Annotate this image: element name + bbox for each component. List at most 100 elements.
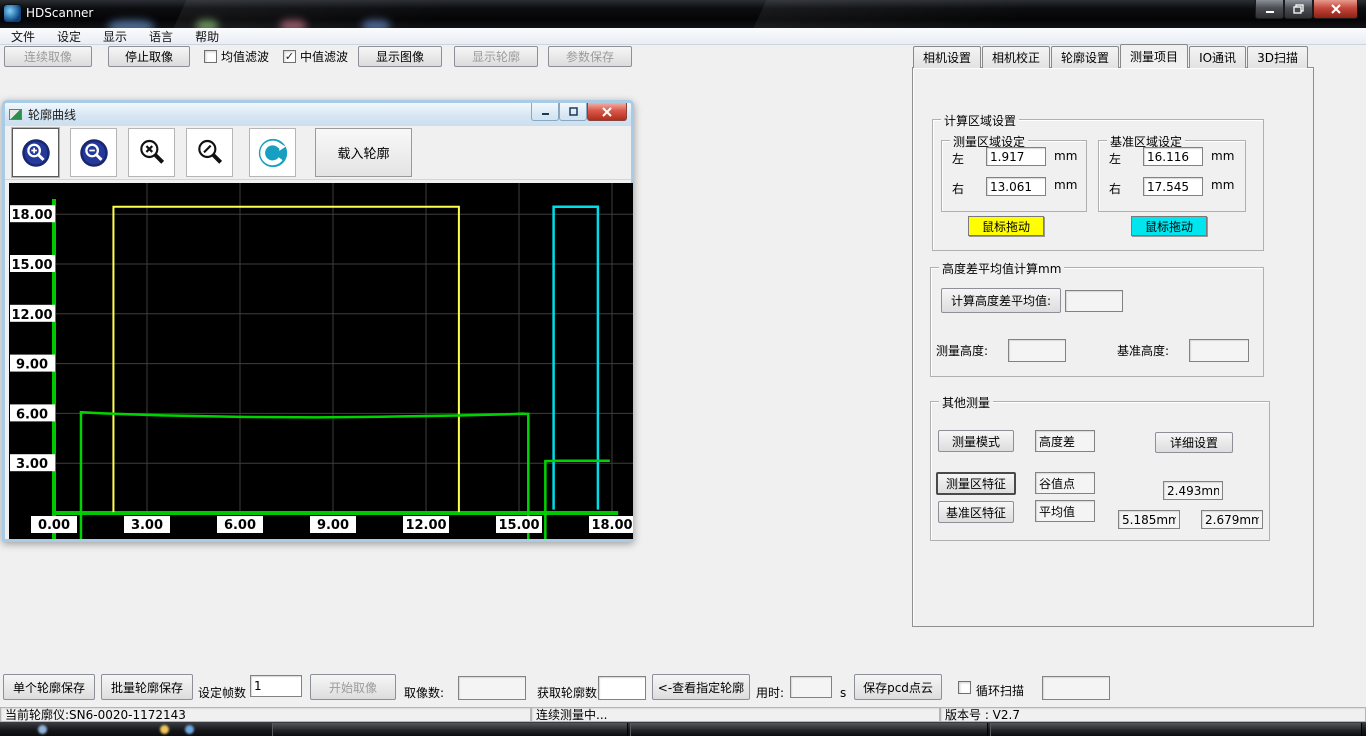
result-right-field[interactable] <box>1201 510 1263 529</box>
median-filter-checkbox[interactable]: ✓ <box>283 50 296 63</box>
chart-minimize-button[interactable] <box>531 103 559 121</box>
show-image-button[interactable]: 显示图像 <box>358 46 442 67</box>
chart-maximize-button[interactable] <box>559 103 587 121</box>
height-diff-result-field[interactable] <box>1065 290 1123 312</box>
frame-count-label: 设定帧数 <box>198 684 246 701</box>
save-params-button[interactable]: 参数保存 <box>548 46 632 67</box>
frame-count-input[interactable] <box>250 675 302 697</box>
profile-count-label: 获取轮廓数 <box>537 684 597 701</box>
zoom-reset-icon <box>194 137 226 169</box>
reference-left-input[interactable] <box>1143 147 1203 166</box>
capture-count-label: 取像数: <box>404 684 444 701</box>
result-top-field[interactable] <box>1163 481 1223 500</box>
reference-feature-field[interactable] <box>1035 500 1095 522</box>
glass-streak <box>753 0 1026 28</box>
zoom-in-button[interactable] <box>12 128 59 177</box>
taskbar[interactable] <box>0 722 1366 736</box>
desktop-blob <box>280 20 306 28</box>
status-device: 当前轮廓仪:SN6-0020-1172143 <box>0 707 531 722</box>
taskbar-item[interactable] <box>630 723 988 736</box>
zoom-cancel-button[interactable] <box>128 128 175 177</box>
desktop-blob <box>362 20 390 28</box>
tab-camera-settings[interactable]: 相机设置 <box>913 46 981 68</box>
svg-text:15.00: 15.00 <box>498 518 539 533</box>
mean-filter-checkbox[interactable] <box>204 50 217 63</box>
close-button[interactable] <box>1313 0 1358 19</box>
zoom-cancel-icon <box>136 137 168 169</box>
reference-height-label: 基准高度: <box>1117 342 1169 359</box>
result-left-field[interactable] <box>1118 510 1180 529</box>
save-batch-profile-button[interactable]: 批量轮廓保存 <box>101 674 193 700</box>
loop-scan-label: 循环扫描 <box>976 682 1024 699</box>
svg-text:15.00: 15.00 <box>11 258 52 273</box>
measure-drag-button[interactable]: 鼠标拖动 <box>968 216 1044 236</box>
reference-right-input[interactable] <box>1143 177 1203 196</box>
calc-height-diff-button[interactable]: 计算高度差平均值: <box>941 288 1061 313</box>
measure-left-input[interactable] <box>986 147 1046 166</box>
refresh-button[interactable] <box>249 128 296 177</box>
stop-capture-button[interactable]: 停止取像 <box>108 46 190 67</box>
detail-settings-button[interactable]: 详细设置 <box>1155 432 1233 453</box>
restore-button[interactable] <box>1284 0 1313 19</box>
menu-help[interactable]: 帮助 <box>184 28 230 45</box>
tab-profile-settings[interactable]: 轮廓设置 <box>1051 46 1119 68</box>
time-field[interactable] <box>790 676 832 698</box>
menu-language[interactable]: 语言 <box>138 28 184 45</box>
measure-mode-button[interactable]: 测量模式 <box>938 430 1014 452</box>
loop-scan-field[interactable] <box>1042 676 1110 700</box>
menubar: 文件 设定 显示 语言 帮助 <box>0 28 1366 45</box>
taskbar-item[interactable] <box>272 723 628 736</box>
menu-display[interactable]: 显示 <box>92 28 138 45</box>
menu-settings[interactable]: 设定 <box>46 28 92 45</box>
profile-plot[interactable]: 18.0015.0012.009.006.003.000.003.006.009… <box>9 183 633 539</box>
view-profile-button[interactable]: <-查看指定轮廓 <box>652 674 750 700</box>
reference-drag-button[interactable]: 鼠标拖动 <box>1131 216 1207 236</box>
zoom-out-button[interactable] <box>70 128 117 177</box>
svg-text:12.00: 12.00 <box>405 518 446 533</box>
reference-right-label: 右 <box>1109 180 1121 197</box>
start-capture-button[interactable]: 开始取像 <box>310 674 396 700</box>
profile-count-input[interactable] <box>598 676 646 700</box>
save-single-profile-button[interactable]: 单个轮廓保存 <box>3 674 95 700</box>
measure-region-group: 测量区域设定 左 mm 右 mm <box>941 140 1087 212</box>
svg-text:18.00: 18.00 <box>11 208 52 223</box>
quicklaunch-icon[interactable] <box>160 725 169 734</box>
reference-left-unit: mm <box>1211 149 1234 163</box>
menu-file[interactable]: 文件 <box>0 28 46 45</box>
measure-right-input[interactable] <box>986 177 1046 196</box>
quicklaunch-icon[interactable] <box>185 725 194 734</box>
tab-measurement-items[interactable]: 测量项目 <box>1120 44 1188 68</box>
save-pcd-button[interactable]: 保存pcd点云 <box>854 674 942 700</box>
measure-mode-field[interactable] <box>1035 430 1095 452</box>
measure-height-field[interactable] <box>1008 339 1066 362</box>
measure-height-label: 测量高度: <box>936 342 988 359</box>
chart-close-button[interactable] <box>587 103 627 121</box>
reference-feature-button[interactable]: 基准区特征 <box>938 501 1014 523</box>
tab-camera-calibration[interactable]: 相机校正 <box>982 46 1050 68</box>
measure-feature-field[interactable] <box>1035 472 1095 494</box>
svg-text:6.00: 6.00 <box>16 407 48 422</box>
measure-left-unit: mm <box>1054 149 1077 163</box>
tab-3d-scan[interactable]: 3D扫描 <box>1247 46 1308 68</box>
start-orb[interactable] <box>38 725 47 734</box>
measure-feature-button[interactable]: 测量区特征 <box>936 472 1016 495</box>
status-version: 版本号 : V2.7 <box>940 707 1366 722</box>
loop-scan-checkbox[interactable] <box>958 681 971 694</box>
capture-count-field[interactable] <box>458 676 526 700</box>
zoom-reset-button[interactable] <box>186 128 233 177</box>
load-profile-button[interactable]: 载入轮廓 <box>315 128 412 177</box>
measurement-tab-page: 计算区域设置 测量区域设定 左 mm 右 mm 鼠标拖动 基准区域设定 左 mm… <box>912 67 1314 627</box>
show-profile-button[interactable]: 显示轮廓 <box>454 46 538 67</box>
calc-region-title: 计算区域设置 <box>941 112 1019 129</box>
continuous-capture-button[interactable]: 连续取像 <box>4 46 92 67</box>
median-filter-label: 中值滤波 <box>300 48 348 65</box>
measure-right-label: 右 <box>952 180 964 197</box>
chart-window-titlebar[interactable]: 轮廓曲线 <box>5 103 631 126</box>
measure-left-label: 左 <box>952 150 964 167</box>
time-label: 用时: <box>756 684 784 701</box>
reference-height-field[interactable] <box>1189 339 1249 362</box>
taskbar-item[interactable] <box>990 723 1362 736</box>
svg-text:0.00: 0.00 <box>38 518 70 533</box>
minimize-button[interactable] <box>1255 0 1284 19</box>
tab-io-comm[interactable]: IO通讯 <box>1189 46 1246 68</box>
